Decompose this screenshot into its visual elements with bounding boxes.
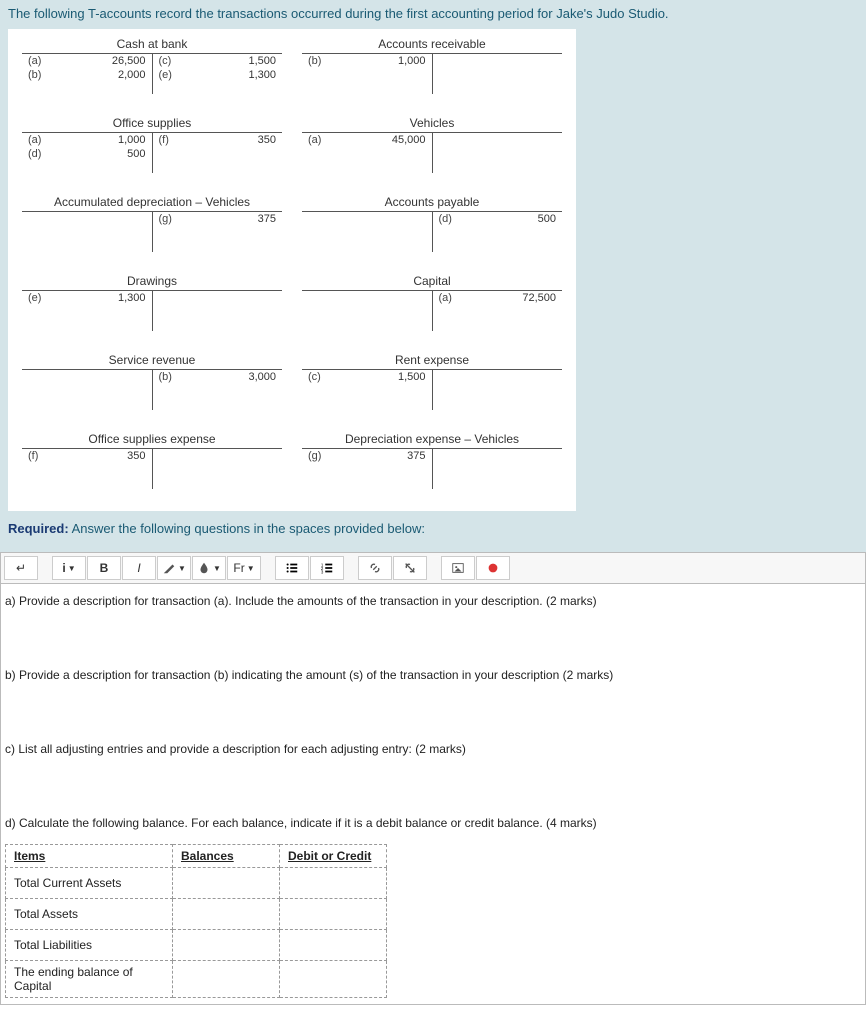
unordered-list-button[interactable] [275, 556, 309, 580]
question-d: d) Calculate the following balance. For … [5, 816, 861, 830]
dc-cell[interactable] [280, 930, 387, 961]
font-button[interactable]: Fr▼ [227, 556, 261, 580]
image-button[interactable] [441, 556, 475, 580]
col-items: Items [6, 845, 173, 868]
t-accounts-area: Cash at bank (a)26,500 (b)2,000 (c)1,500… [8, 29, 576, 511]
t-account-cash-at-bank: Cash at bank (a)26,500 (b)2,000 (c)1,500… [22, 37, 282, 94]
ul-icon [285, 561, 299, 575]
balance-table: Items Balances Debit or Credit Total Cur… [5, 844, 387, 998]
dc-cell[interactable] [280, 899, 387, 930]
info-button[interactable]: i▼ [52, 556, 86, 580]
editor-toolbar: ↵ i▼ B I ▼ ▼ Fr▼ 123 [1, 553, 865, 584]
image-icon [451, 561, 465, 575]
ol-icon: 123 [320, 561, 334, 575]
unlink-button[interactable] [393, 556, 427, 580]
record-icon [486, 561, 500, 575]
t-account-office-supplies: Office supplies (a)1,000 (d)500 (f)350 [22, 116, 282, 173]
intro-text: The following T-accounts record the tran… [8, 6, 858, 21]
link-icon [368, 561, 382, 575]
required-text: Answer the following questions in the sp… [72, 521, 425, 536]
balance-cell[interactable] [173, 930, 280, 961]
table-row: Total Liabilities [6, 930, 387, 961]
pencil-icon [162, 561, 176, 575]
editor-body[interactable]: a) Provide a description for transaction… [1, 584, 865, 1004]
unlink-icon [403, 561, 417, 575]
table-row: Total Assets [6, 899, 387, 930]
col-balances: Balances [173, 845, 280, 868]
rich-text-editor: ↵ i▼ B I ▼ ▼ Fr▼ 123 [0, 552, 866, 1005]
ordered-list-button[interactable]: 123 [310, 556, 344, 580]
col-debit-credit: Debit or Credit [280, 845, 387, 868]
dc-cell[interactable] [280, 961, 387, 998]
t-account-accounts-payable: Accounts payable (d)500 [302, 195, 562, 252]
link-button[interactable] [358, 556, 392, 580]
required-line: Required: Answer the following questions… [8, 521, 858, 536]
highlight-color-button[interactable]: ▼ [192, 556, 226, 580]
t-account-capital: Capital (a)72,500 [302, 274, 562, 331]
balance-cell[interactable] [173, 961, 280, 998]
paragraph-direction-button[interactable]: ↵ [4, 556, 38, 580]
instructions-container: The following T-accounts record the tran… [0, 0, 866, 552]
question-c: c) List all adjusting entries and provid… [5, 742, 861, 756]
t-account-service-revenue: Service revenue (b)3,000 [22, 353, 282, 410]
italic-button[interactable]: I [122, 556, 156, 580]
t-account-office-supplies-expense: Office supplies expense (f)350 [22, 432, 282, 489]
table-row: Total Current Assets [6, 868, 387, 899]
t-account-rent-expense: Rent expense (c)1,500 [302, 353, 562, 410]
record-button[interactable] [476, 556, 510, 580]
svg-text:3: 3 [321, 569, 324, 574]
question-a: a) Provide a description for transaction… [5, 594, 861, 608]
droplet-icon [197, 561, 211, 575]
dc-cell[interactable] [280, 868, 387, 899]
required-label: Required: [8, 521, 69, 536]
t-account-dep-exp-vehicles: Depreciation expense – Vehicles (g)375 [302, 432, 562, 489]
t-account-vehicles: Vehicles (a)45,000 [302, 116, 562, 173]
bold-button[interactable]: B [87, 556, 121, 580]
question-b: b) Provide a description for transaction… [5, 668, 861, 682]
table-row: The ending balance of Capital [6, 961, 387, 998]
balance-cell[interactable] [173, 868, 280, 899]
t-account-accounts-receivable: Accounts receivable (b)1,000 [302, 37, 562, 94]
t-account-accum-dep-vehicles: Accumulated depreciation – Vehicles (g)3… [22, 195, 282, 252]
balance-cell[interactable] [173, 899, 280, 930]
t-account-drawings: Drawings (e)1,300 [22, 274, 282, 331]
text-color-button[interactable]: ▼ [157, 556, 191, 580]
